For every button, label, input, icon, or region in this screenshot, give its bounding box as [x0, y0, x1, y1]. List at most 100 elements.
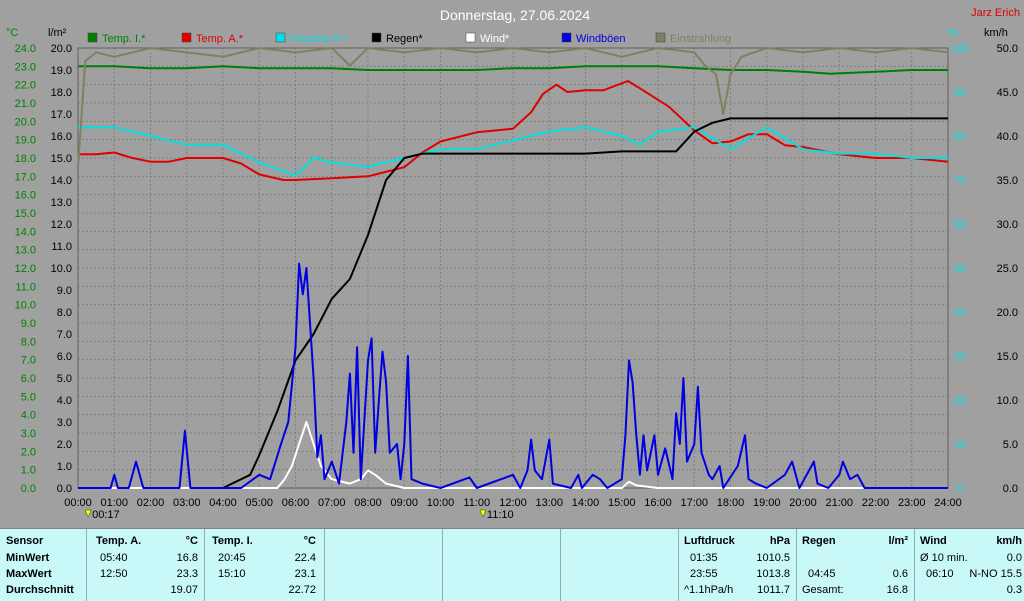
temp-tick-label: 17.0: [15, 171, 36, 183]
temp-i-max-val: 23.1: [294, 568, 316, 580]
divider: [204, 529, 205, 601]
wind-day-avg: 0.3: [1006, 584, 1022, 596]
marker-icon: [84, 509, 92, 518]
rain-unit-label: l/m²: [48, 27, 67, 39]
chart-svg: 0.0 1.0 2.0 3.0 4.0 5.0 6.0 7.0 8.0 9.0 10.0 11.0 12…: [6, 7, 1020, 521]
legend-label: Einstrahlung: [670, 33, 731, 45]
wind-avg-val: 0.0: [1006, 552, 1022, 564]
x-tick-label: 24:00: [934, 497, 962, 509]
temp-i-min-val: 22.4: [294, 552, 316, 564]
rain-total-label: Gesamt:: [802, 584, 844, 596]
rain-total: 16.8: [886, 584, 908, 596]
wind-tick-label: 25.0: [997, 263, 1018, 275]
temp-i-header: Temp. I.: [212, 535, 253, 547]
x-tick-label: 01:00: [100, 497, 128, 509]
marker-label: 11:10: [487, 509, 514, 521]
x-tick-label: 04:00: [209, 497, 237, 509]
temp-tick-label: 8.0: [21, 336, 36, 348]
hum-tick-label: 30: [954, 351, 966, 363]
divider: [560, 529, 561, 601]
hum-tick-label: 90: [954, 87, 966, 99]
temp-tick-label: 7.0: [21, 355, 36, 367]
temp-tick-label: 23.0: [15, 61, 36, 73]
temp-a-max-val: 23.3: [176, 568, 198, 580]
divider: [914, 529, 915, 601]
temp-tick-label: 11.0: [15, 281, 36, 293]
x-tick-label: 16:00: [644, 497, 672, 509]
x-tick-label: 15:00: [608, 497, 636, 509]
x-tick-label: 07:00: [318, 497, 346, 509]
temp-unit-label: °C: [6, 27, 18, 39]
wind-max-time: 06:10: [926, 568, 954, 580]
temp-i-unit: °C: [303, 535, 316, 547]
temp-a-unit: °C: [185, 535, 198, 547]
x-tick-label: 02:00: [137, 497, 165, 509]
pressure-max-val: 1013.8: [756, 568, 790, 580]
temp-tick-label: 15.0: [15, 208, 36, 220]
rain-tick-label: 0.0: [57, 483, 72, 495]
rain-tick-label: 18.0: [51, 87, 72, 99]
hum-tick-label: 100: [951, 43, 969, 55]
rain-tick-label: 10.0: [51, 263, 72, 275]
temp-tick-label: 22.0: [15, 80, 36, 92]
rain-tick-label: 2.0: [57, 439, 72, 451]
temp-tick-label: 2.0: [21, 446, 36, 458]
statistics-panel: Sensor MinWert MaxWert Durchschnitt Temp…: [0, 528, 1024, 601]
x-tick-label: 20:00: [789, 497, 817, 509]
pressure-header: Luftdruck: [684, 535, 735, 547]
divider: [442, 529, 443, 601]
temp-tick-label: 21.0: [15, 98, 36, 110]
rain-tick-label: 16.0: [51, 131, 72, 143]
hum-tick-label: 60: [954, 219, 966, 231]
x-tick-label: 08:00: [354, 497, 382, 509]
wind-tick-label: 5.0: [1003, 439, 1018, 451]
sensor-header: Sensor: [6, 535, 44, 547]
temp-tick-label: 10.0: [15, 300, 36, 312]
legend-swatch: [275, 32, 286, 43]
temp-tick-label: 4.0: [21, 410, 36, 422]
temp-a-max-time: 12:50: [100, 568, 128, 580]
rain-tick-label: 8.0: [57, 307, 72, 319]
rain-tick-label: 1.0: [57, 461, 72, 473]
x-tick-label: 19:00: [753, 497, 781, 509]
x-tick-label: 05:00: [245, 497, 273, 509]
author-label: Jarz Erich: [971, 7, 1020, 19]
temp-tick-label: 6.0: [21, 373, 36, 385]
x-tick-label: 13:00: [535, 497, 563, 509]
legend-label: Windböen: [576, 33, 626, 45]
legend-swatch: [87, 32, 98, 43]
temp-tick-label: 19.0: [15, 135, 36, 147]
rain-tick-label: 15.0: [51, 153, 72, 165]
temp-tick-label: 13.0: [15, 245, 36, 257]
maxwert-label: MaxWert: [6, 568, 52, 580]
rain-tick-label: 6.0: [57, 351, 72, 363]
temp-tick-label: 5.0: [21, 391, 36, 403]
rain-max-time: 04:45: [808, 568, 836, 580]
wind-tick-label: 10.0: [997, 395, 1018, 407]
wind-header: Wind: [920, 535, 947, 547]
x-tick-label: 14:00: [572, 497, 600, 509]
x-tick-label: 18:00: [717, 497, 745, 509]
rain-unit: l/m²: [888, 535, 908, 547]
divider: [796, 529, 797, 601]
pressure-max-time: 23:55: [690, 568, 718, 580]
wind-tick-label: 45.0: [997, 87, 1018, 99]
legend-label: Temp. I.*: [102, 33, 146, 45]
wind-tick-label: 20.0: [997, 307, 1018, 319]
rain-tick-label: 4.0: [57, 395, 72, 407]
temp-i-avg: 22.72: [288, 584, 316, 596]
rain-tick-label: 17.0: [51, 109, 72, 121]
legend-swatch: [465, 32, 476, 43]
legend-label: Feuchte A.*: [290, 33, 348, 45]
pressure-min-time: 01:35: [690, 552, 718, 564]
x-tick-label: 00:00: [64, 497, 92, 509]
temp-a-min-val: 16.8: [176, 552, 198, 564]
wind-tick-label: 35.0: [997, 175, 1018, 187]
rain-max-val: 0.6: [892, 568, 908, 580]
wind-tick-label: 30.0: [997, 219, 1018, 231]
rain-tick-label: 9.0: [57, 285, 72, 297]
wind-tick-label: 15.0: [997, 351, 1018, 363]
x-tick-label: 21:00: [825, 497, 853, 509]
wind-tick-label: 40.0: [997, 131, 1018, 143]
temp-tick-label: 16.0: [15, 190, 36, 202]
